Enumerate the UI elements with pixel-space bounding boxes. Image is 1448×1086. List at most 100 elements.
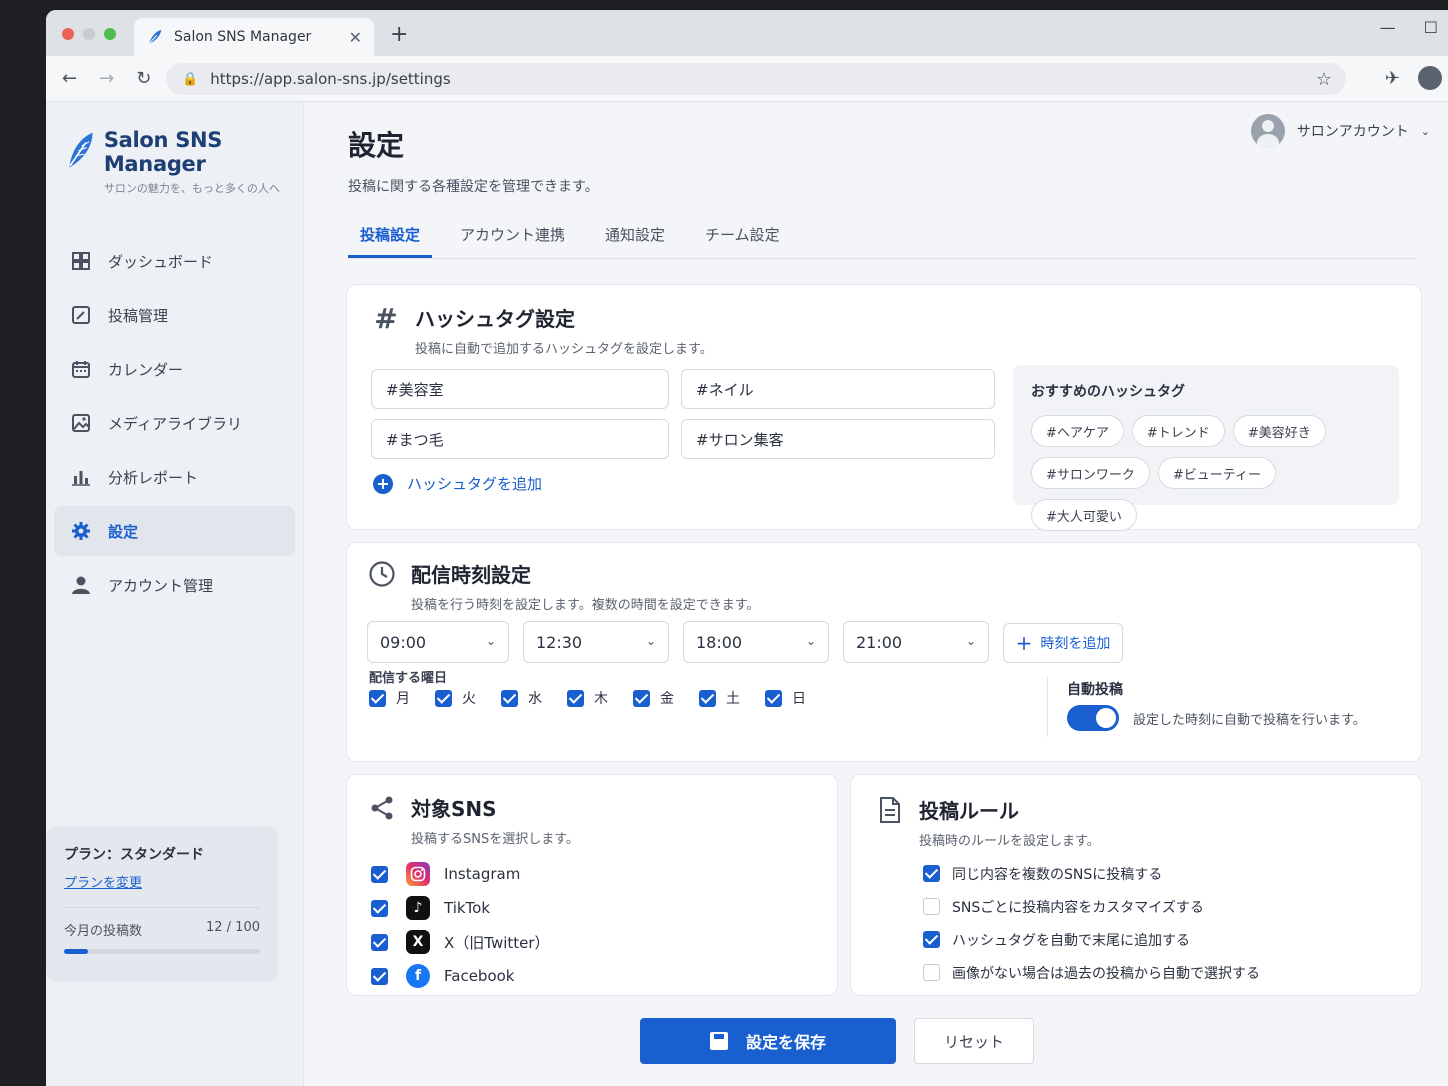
hashtag-card: # ハッシュタグ設定 投稿に自動で追加するハッシュタグを設定します。 #美容室 …: [346, 284, 1422, 531]
day-checkbox[interactable]: 木: [567, 688, 633, 708]
checkbox-unchecked-icon[interactable]: [923, 964, 940, 981]
day-checkbox[interactable]: 日: [765, 688, 831, 708]
maximize-window-icon[interactable]: [104, 28, 116, 40]
hashtag-input[interactable]: #まつ毛: [371, 419, 669, 459]
app: Salon SNS Manager サロンの魅力を、もっと多くの人へ ダッシュボ…: [46, 102, 1448, 1086]
auto-post-row: 設定した時刻に自動で投稿を行います。: [1067, 705, 1366, 731]
checkbox-checked-icon[interactable]: [501, 689, 518, 707]
rule-option[interactable]: 画像がない場合は過去の投稿から自動で選択する: [923, 956, 1260, 989]
brand[interactable]: Salon SNS Manager サロンの魅力を、もっと多くの人へ: [46, 102, 303, 196]
forward-icon[interactable]: →: [99, 68, 114, 89]
rules-card: 投稿ルール 投稿時のルールを設定します。 同じ内容を複数のSNSに投稿する SN…: [850, 774, 1422, 996]
checkbox-checked-icon[interactable]: [923, 865, 940, 882]
add-hashtag-button[interactable]: + ハッシュタグを追加: [373, 473, 542, 494]
tab-close-icon[interactable]: ✕: [349, 28, 362, 47]
minimize-window-icon[interactable]: [83, 28, 95, 40]
hashtag-chip[interactable]: #サロンワーク: [1031, 457, 1150, 489]
hashtag-input[interactable]: #美容室: [371, 369, 669, 409]
checkbox-checked-icon[interactable]: [369, 689, 386, 707]
restore-icon[interactable]: ☐: [1424, 18, 1438, 37]
close-window-icon[interactable]: [62, 28, 74, 40]
sns-desc: 投稿するSNSを選択します。: [411, 832, 579, 847]
rules-list: 同じ内容を複数のSNSに投稿する SNSごとに投稿内容をカスタマイズする ハッシ…: [923, 857, 1260, 989]
tab-notifications[interactable]: 通知設定: [593, 224, 677, 258]
rule-option[interactable]: SNSごとに投稿内容をカスタマイズする: [923, 890, 1260, 923]
tab-account-link[interactable]: アカウント連携: [448, 224, 577, 258]
sidebar-item-media[interactable]: メディアライブラリ: [54, 398, 295, 448]
sidebar-item-label: 投稿管理: [108, 306, 169, 325]
sidebar-item-account[interactable]: アカウント管理: [54, 560, 295, 610]
time-select[interactable]: 09:00 ⌄: [367, 621, 509, 663]
hashtag-chip[interactable]: #大人可愛い: [1031, 499, 1137, 531]
rules-desc: 投稿時のルールを設定します。: [919, 834, 1100, 849]
day-checkbox[interactable]: 金: [633, 688, 699, 708]
save-button[interactable]: 設定を保存: [640, 1018, 896, 1064]
day-checkbox[interactable]: 月: [369, 688, 435, 708]
checkbox-checked-icon[interactable]: [371, 899, 388, 917]
sidebar-item-dashboard[interactable]: ダッシュボード: [54, 236, 295, 286]
day-checkbox[interactable]: 土: [699, 688, 765, 708]
sns-label: X（旧Twitter）: [444, 933, 550, 952]
bar-chart-icon: [70, 466, 92, 488]
tab-team[interactable]: チーム設定: [693, 224, 792, 258]
day-checkbox[interactable]: 火: [435, 688, 501, 708]
checkbox-checked-icon[interactable]: [567, 689, 584, 707]
sidebar-item-label: 設定: [108, 522, 139, 541]
rule-option[interactable]: ハッシュタグを自動で末尾に追加する: [923, 923, 1260, 956]
time-select[interactable]: 18:00 ⌄: [683, 621, 829, 663]
day-checkbox[interactable]: 水: [501, 688, 567, 708]
sidebar-item-calendar[interactable]: カレンダー: [54, 344, 295, 394]
sns-option-facebook[interactable]: f Facebook: [371, 959, 550, 993]
checkbox-checked-icon[interactable]: [371, 865, 388, 883]
extension-icon[interactable]: ✈: [1385, 68, 1400, 89]
sns-label: Facebook: [444, 967, 515, 985]
checkbox-checked-icon[interactable]: [435, 689, 452, 707]
hashtag-input[interactable]: #ネイル: [681, 369, 995, 409]
sidebar-item-posts[interactable]: 投稿管理: [54, 290, 295, 340]
hashtag-chip[interactable]: #ビューティー: [1157, 457, 1277, 489]
account-menu[interactable]: サロンアカウント ⌄: [1250, 114, 1430, 148]
time-select[interactable]: 21:00 ⌄: [843, 621, 989, 663]
recommended-title: おすすめのハッシュタグ: [1031, 384, 1185, 400]
checkbox-checked-icon[interactable]: [923, 931, 940, 948]
tab-post-settings[interactable]: 投稿設定: [348, 224, 433, 258]
new-tab-icon[interactable]: +: [390, 22, 408, 47]
bookmark-star-icon[interactable]: ☆: [1316, 69, 1332, 90]
reset-button[interactable]: リセット: [914, 1018, 1034, 1064]
lock-icon[interactable]: 🔒: [182, 72, 198, 87]
hashtag-chip[interactable]: #美容好き: [1232, 415, 1326, 447]
sns-option-tiktok[interactable]: ♪ TikTok: [371, 891, 550, 925]
checkbox-unchecked-icon[interactable]: [923, 898, 940, 915]
back-icon[interactable]: ←: [62, 68, 77, 89]
browser-tab[interactable]: Salon SNS Manager ✕: [134, 18, 374, 56]
hashtag-chip[interactable]: #ヘアケア: [1031, 415, 1124, 447]
checkbox-checked-icon[interactable]: [765, 689, 782, 707]
account-name: サロンアカウント: [1296, 124, 1409, 140]
minimize-icon[interactable]: —: [1380, 18, 1396, 37]
sidebar: Salon SNS Manager サロンの魅力を、もっと多くの人へ ダッシュボ…: [46, 102, 304, 1086]
checkbox-checked-icon[interactable]: [699, 689, 716, 707]
plan-card: プラン：スタンダード プランを変更 今月の投稿数 12 / 100: [46, 826, 278, 982]
time-select[interactable]: 12:30 ⌄: [523, 621, 669, 663]
sns-option-x[interactable]: X X（旧Twitter）: [371, 925, 550, 959]
hashtag-input[interactable]: #サロン集客: [681, 419, 995, 459]
share-icon: [367, 793, 397, 823]
checkbox-checked-icon[interactable]: [371, 933, 388, 951]
change-plan-link[interactable]: プランを変更: [64, 872, 260, 891]
posts-usage-row: 今月の投稿数 12 / 100: [64, 920, 260, 939]
add-time-label: 時刻を追加: [1040, 636, 1111, 652]
auto-post-toggle[interactable]: [1067, 705, 1119, 731]
checkbox-checked-icon[interactable]: [371, 967, 388, 985]
checkbox-checked-icon[interactable]: [633, 689, 650, 707]
rule-option[interactable]: 同じ内容を複数のSNSに投稿する: [923, 857, 1260, 890]
day-label: 日: [792, 691, 806, 707]
sidebar-item-settings[interactable]: 設定: [54, 506, 295, 556]
sidebar-item-reports[interactable]: 分析レポート: [54, 452, 295, 502]
hashtag-chip[interactable]: #トレンド: [1131, 415, 1225, 447]
profile-icon[interactable]: [1418, 66, 1442, 90]
sns-option-instagram[interactable]: Instagram: [371, 857, 550, 891]
add-time-button[interactable]: + 時刻を追加: [1003, 623, 1123, 663]
reload-icon[interactable]: ↻: [136, 68, 151, 89]
instagram-icon: [406, 862, 430, 886]
address-bar[interactable]: 🔒 https://app.salon-sns.jp/settings ☆: [166, 63, 1346, 95]
